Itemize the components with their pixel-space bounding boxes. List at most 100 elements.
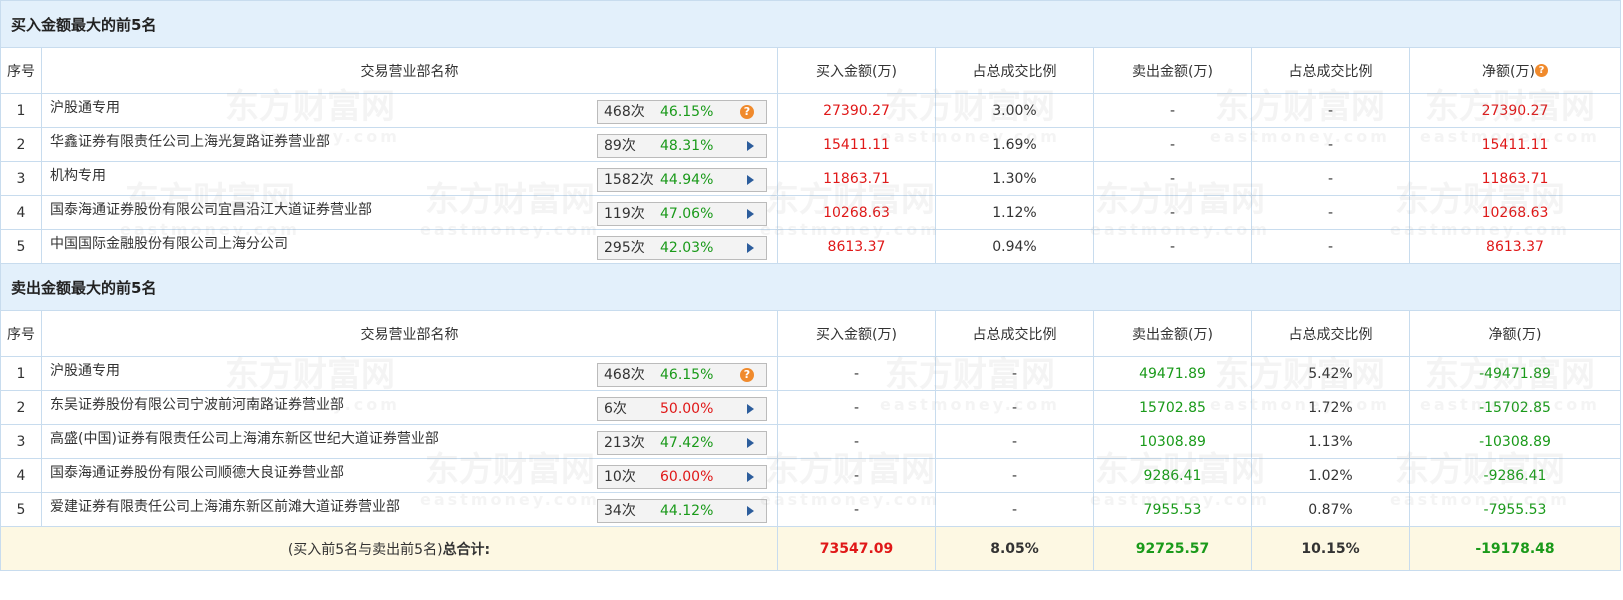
broker-name[interactable]: 爱建证券有限责任公司上海浦东新区前滩大道证券营业部 xyxy=(50,496,400,516)
broker-name[interactable]: 沪股通专用 xyxy=(50,360,120,380)
row-no: 4 xyxy=(0,195,42,230)
broker-stats-button[interactable]: 34次 44.12% xyxy=(597,499,767,523)
broker-stats-button[interactable]: 468次 46.15%? xyxy=(597,100,767,124)
broker-name[interactable]: 国泰海通证券股份有限公司宜昌沿江大道证券营业部 xyxy=(50,199,372,219)
net-amount: 15411.11 xyxy=(1409,127,1621,162)
total-buy: 73547.09 xyxy=(777,526,936,571)
sell-column-header-row: 序号 交易营业部名称 买入金额(万) 占总成交比例 卖出金额(万) 占总成交比例… xyxy=(0,310,1621,357)
broker-name[interactable]: 国泰海通证券股份有限公司顺德大良证券营业部 xyxy=(50,462,344,482)
table-row: 3 机构专用 1582次 44.94% 11863.71 1.30% - -11863.71 xyxy=(0,161,1621,196)
row-no: 3 xyxy=(0,424,42,459)
broker-rate: 48.31% xyxy=(660,138,714,154)
play-arrow-icon[interactable] xyxy=(747,404,754,414)
broker-stats-button[interactable]: 6次 50.00% xyxy=(597,397,767,421)
total-row: (买入前5名与卖出前5名)总合计: 73547.09 8.05% 92725.5… xyxy=(0,526,1621,571)
broker-count: 1582次 xyxy=(604,172,654,188)
buy-pct: - xyxy=(935,390,1094,425)
total-label: (买入前5名与卖出前5名)总合计: xyxy=(0,526,778,571)
sell-section-header-row: 卖出金额最大的前5名 xyxy=(0,263,1621,311)
broker-name[interactable]: 机构专用 xyxy=(50,165,106,185)
sell-amount: - xyxy=(1093,195,1252,230)
col-header-buy-pct: 占总成交比例 xyxy=(935,47,1094,94)
buy-column-header-row: 序号 交易营业部名称 买入金额(万) 占总成交比例 卖出金额(万) 占总成交比例… xyxy=(0,47,1621,94)
net-amount: -15702.85 xyxy=(1409,390,1621,425)
buy-pct: - xyxy=(935,458,1094,493)
sell-section-title: 卖出金额最大的前5名 xyxy=(0,263,1621,311)
broker-name[interactable]: 沪股通专用 xyxy=(50,97,120,117)
broker-name-cell: 沪股通专用 468次 46.15%? xyxy=(41,356,778,391)
broker-name-cell: 爱建证券有限责任公司上海浦东新区前滩大道证券营业部 34次 44.12% xyxy=(41,492,778,527)
broker-name[interactable]: 东吴证券股份有限公司宁波前河南路证券营业部 xyxy=(50,394,344,414)
play-arrow-icon[interactable] xyxy=(747,209,754,219)
broker-count: 468次 xyxy=(604,367,645,383)
buy-amount: 15411.11 xyxy=(777,127,936,162)
broker-stats-button[interactable]: 89次 48.31% xyxy=(597,134,767,158)
question-circle-icon[interactable]: ? xyxy=(740,105,754,119)
lhb-container: 买入金额最大的前5名 序号 交易营业部名称 买入金额(万) 占总成交比例 卖出金… xyxy=(0,0,1621,598)
broker-rate: 44.12% xyxy=(660,503,714,519)
col-header-no: 序号 xyxy=(0,47,42,94)
broker-stats-button[interactable]: 119次 47.06% xyxy=(597,202,767,226)
play-arrow-icon[interactable] xyxy=(747,438,754,448)
net-amount: -9286.41 xyxy=(1409,458,1621,493)
total-label-prefix: (买入前5名与卖出前5名) xyxy=(287,541,443,558)
question-circle-icon[interactable]: ? xyxy=(1534,63,1548,77)
buy-amount: 8613.37 xyxy=(777,229,936,264)
table-row: 3 高盛(中国)证券有限责任公司上海浦东新区世纪大道证券营业部 213次 47.42%… xyxy=(0,424,1621,459)
broker-name[interactable]: 中国国际金融股份有限公司上海分公司 xyxy=(50,233,288,253)
table-row: 5 爱建证券有限责任公司上海浦东新区前滩大道证券营业部 34次 44.12% - -795… xyxy=(0,492,1621,527)
sell-amount: - xyxy=(1093,161,1252,196)
row-no: 3 xyxy=(0,161,42,196)
sell-amount: - xyxy=(1093,229,1252,264)
row-no: 2 xyxy=(0,390,42,425)
broker-stats-button[interactable]: 213次 47.42% xyxy=(597,431,767,455)
col-header-net: 净额(万)? xyxy=(1409,47,1621,94)
broker-stats-button[interactable]: 1582次 44.94% xyxy=(597,168,767,192)
total-buy-pct: 8.05% xyxy=(935,526,1094,571)
broker-name-cell: 中国国际金融股份有限公司上海分公司 295次 42.03% xyxy=(41,229,778,264)
sell-amount: - xyxy=(1093,93,1252,128)
net-amount: -10308.89 xyxy=(1409,424,1621,459)
total-label-bold: 总合计: xyxy=(442,541,491,558)
table-row: 4 国泰海通证券股份有限公司顺德大良证券营业部 10次 60.00% - -9286.41… xyxy=(0,458,1621,493)
play-arrow-icon[interactable] xyxy=(747,243,754,253)
broker-name[interactable]: 华鑫证券有限责任公司上海光复路证券营业部 xyxy=(50,131,330,151)
broker-name[interactable]: 高盛(中国)证券有限责任公司上海浦东新区世纪大道证券营业部 xyxy=(50,428,439,448)
play-arrow-icon[interactable] xyxy=(747,506,754,516)
buy-section-header-row: 买入金额最大的前5名 xyxy=(0,0,1621,48)
table-row: 2 华鑫证券有限责任公司上海光复路证券营业部 89次 48.31% 15411.11 1.… xyxy=(0,127,1621,162)
broker-count: 6次 xyxy=(604,401,627,417)
row-no: 2 xyxy=(0,127,42,162)
sell-pct: - xyxy=(1251,127,1410,162)
broker-stats-button[interactable]: 10次 60.00% xyxy=(597,465,767,489)
col-header-name: 交易营业部名称 xyxy=(41,310,778,357)
sell-amount: 10308.89 xyxy=(1093,424,1252,459)
play-arrow-icon[interactable] xyxy=(747,175,754,185)
broker-count: 10次 xyxy=(604,469,636,485)
col-header-name: 交易营业部名称 xyxy=(41,47,778,94)
buy-amount: - xyxy=(777,424,936,459)
question-circle-icon[interactable]: ? xyxy=(740,368,754,382)
broker-rate: 47.42% xyxy=(660,435,714,451)
table-row: 2 东吴证券股份有限公司宁波前河南路证券营业部 6次 50.00% - -15702.85… xyxy=(0,390,1621,425)
buy-pct: - xyxy=(935,356,1094,391)
sell-pct: - xyxy=(1251,195,1410,230)
broker-count: 34次 xyxy=(604,503,636,519)
col-header-buy: 买入金额(万) xyxy=(777,47,936,94)
broker-count: 213次 xyxy=(604,435,645,451)
broker-stats-button[interactable]: 468次 46.15%? xyxy=(597,363,767,387)
broker-name-cell: 高盛(中国)证券有限责任公司上海浦东新区世纪大道证券营业部 213次 47.42% xyxy=(41,424,778,459)
col-header-net: 净额(万) xyxy=(1409,310,1621,357)
play-arrow-icon[interactable] xyxy=(747,141,754,151)
broker-stats-button[interactable]: 295次 42.03% xyxy=(597,236,767,260)
row-no: 5 xyxy=(0,492,42,527)
broker-name-cell: 东吴证券股份有限公司宁波前河南路证券营业部 6次 50.00% xyxy=(41,390,778,425)
net-amount: -7955.53 xyxy=(1409,492,1621,527)
row-no: 5 xyxy=(0,229,42,264)
broker-rate: 60.00% xyxy=(660,469,714,485)
broker-name-cell: 机构专用 1582次 44.94% xyxy=(41,161,778,196)
sell-pct: - xyxy=(1251,161,1410,196)
broker-count: 119次 xyxy=(604,206,645,222)
broker-count: 468次 xyxy=(604,104,645,120)
play-arrow-icon[interactable] xyxy=(747,472,754,482)
